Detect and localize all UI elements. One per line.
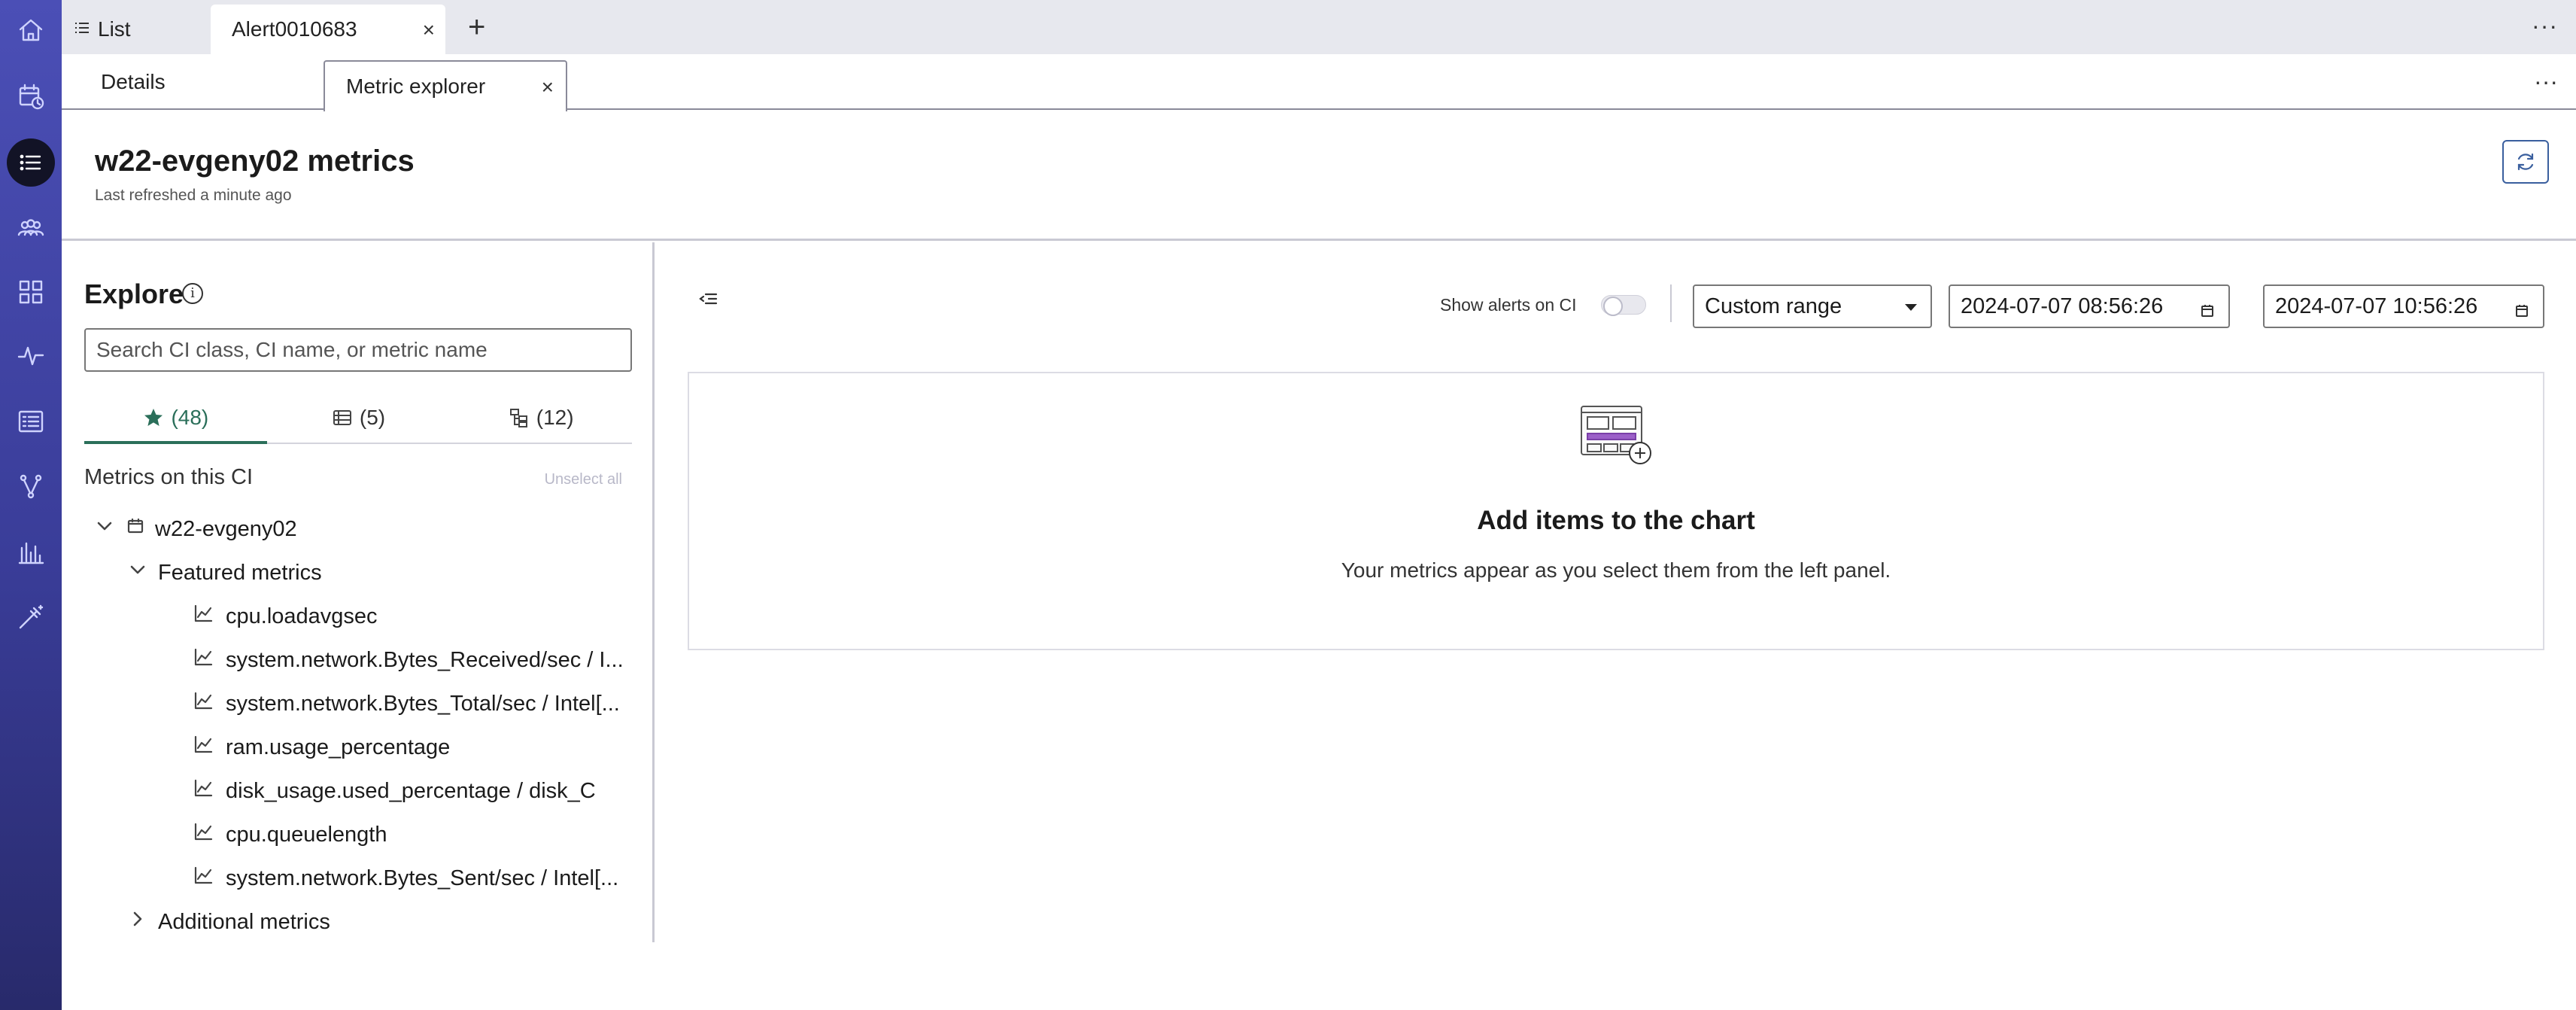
calendar-icon[interactable] [2514,300,2529,324]
metric-item[interactable]: system.network.Bytes_Received/sec / I... [193,641,624,679]
search-input[interactable] [84,328,632,372]
page-header: w22-evgeny02 metrics Last refreshed a mi… [62,111,2576,241]
metric-label: system.network.Bytes_Total/sec / Intel[.… [226,691,620,716]
show-alerts-label: Show alerts on CI [1440,295,1577,315]
app-rail [0,0,62,1010]
line-chart-icon [193,777,214,805]
last-refreshed-text: Last refreshed a minute ago [95,187,292,204]
branch-icon[interactable] [7,462,55,510]
list-small-icon [74,17,90,41]
explore-panel: Explore i (48) (5) (12) Metrics on this … [62,242,655,942]
form-list-icon[interactable] [7,397,55,446]
line-chart-icon [193,646,214,674]
bar-chart-icon[interactable] [7,528,55,576]
chevron-down-icon[interactable] [95,516,114,542]
server-icon [125,516,146,543]
start-date-value: 2024-07-07 08:56:26 [1961,294,2164,318]
chevron-down-icon[interactable] [128,560,147,586]
tab-favorites-count: (48) [171,406,209,429]
metric-item[interactable]: system.network.Bytes_Sent/sec / Intel[..… [193,859,618,897]
magic-wand-icon[interactable] [7,593,55,641]
page-title: w22-evgeny02 metrics [95,145,415,178]
top-tab-bar: List Alert0010683 × + ··· [62,0,2576,54]
database-icon [333,410,351,425]
tab-details[interactable]: Details [101,54,166,110]
empty-state-title: Add items to the chart [1477,506,1755,535]
metric-item[interactable]: cpu.queuelength [193,816,387,853]
tab-list-label: List [98,17,131,41]
line-chart-icon [193,821,214,848]
empty-chart-card: Add items to the chart Your metrics appe… [688,372,2544,650]
end-date-field[interactable]: 2024-07-07 10:56:26 [2263,284,2544,328]
end-date-value: 2024-07-07 10:56:26 [2275,294,2478,318]
time-range-select[interactable]: Custom range [1693,284,1932,328]
close-icon[interactable]: × [542,75,554,99]
tab-hierarchy[interactable]: (12) [449,393,632,443]
star-icon [144,409,163,426]
metric-item[interactable]: disk_usage.used_percentage / disk_C [193,772,596,810]
start-date-field[interactable]: 2024-07-07 08:56:26 [1949,284,2230,328]
tab-details-label: Details [101,70,166,93]
chevron-right-icon[interactable] [128,909,147,935]
calendar-clock-icon[interactable] [7,72,55,120]
add-tab-button[interactable]: + [468,11,485,44]
metric-item[interactable]: ram.usage_percentage [193,729,450,766]
tab-list[interactable]: List [74,5,131,54]
tree-ci-node[interactable]: w22-evgeny02 [95,510,297,548]
empty-state-subtitle: Your metrics appear as you select them f… [1341,558,1891,582]
metric-label: system.network.Bytes_Received/sec / I... [226,647,624,672]
ci-name-label: w22-evgeny02 [155,516,297,541]
featured-metrics-label: Featured metrics [158,560,322,585]
tree-additional-node[interactable]: Additional metrics [128,903,330,941]
show-alerts-toggle[interactable] [1601,295,1646,316]
tab-alert[interactable]: Alert0010683 × [211,5,445,54]
metric-label: ram.usage_percentage [226,735,451,759]
metric-label: system.network.Bytes_Sent/sec / Intel[..… [226,865,619,890]
pulse-icon[interactable] [7,331,55,379]
unselect-all-link[interactable]: Unselect all [545,471,622,488]
tab-metric-explorer-label: Metric explorer [346,75,486,98]
tab-ci-classes-count: (5) [359,406,386,429]
refresh-icon [2517,153,2534,171]
caret-down-icon [1905,304,1917,311]
tab-metric-explorer[interactable]: Metric explorer × [324,60,567,111]
tree-featured-node[interactable]: Featured metrics [128,554,322,592]
dashboard-icon[interactable] [7,268,55,316]
collapse-panel-icon[interactable] [697,287,719,314]
explore-tabs: (48) (5) (12) [84,393,632,444]
add-chart-illustration-icon [1578,405,1654,472]
metric-item[interactable]: system.network.Bytes_Total/sec / Intel[.… [193,685,620,723]
calendar-icon[interactable] [2200,300,2215,324]
line-chart-icon [193,603,214,630]
hierarchy-icon [509,409,527,427]
chart-area: Show alerts on CI Custom range 2024-07-0… [656,242,2576,942]
tab-alert-label: Alert0010683 [232,17,357,41]
metric-label: cpu.queuelength [226,822,387,847]
line-chart-icon [193,690,214,717]
group-icon[interactable] [7,205,55,253]
info-icon[interactable]: i [182,283,203,304]
home-icon[interactable] [7,6,55,54]
tab-favorites[interactable]: (48) [84,393,267,444]
additional-metrics-label: Additional metrics [158,909,330,934]
tab-hierarchy-count: (12) [536,406,574,429]
more-options-icon[interactable]: ··· [2532,11,2558,41]
time-range-value: Custom range [1705,294,1842,318]
divider [1670,284,1672,322]
metric-item[interactable]: cpu.loadavgsec [193,598,378,635]
refresh-button[interactable] [2502,140,2549,184]
line-chart-icon [193,865,214,892]
list-icon[interactable] [7,138,55,187]
sub-tab-bar: Details Metric explorer × ··· [62,54,2576,111]
close-icon[interactable]: × [423,18,435,42]
more-options-icon[interactable]: ··· [2534,66,2558,96]
metrics-heading: Metrics on this CI [84,465,253,489]
metric-label: cpu.loadavgsec [226,604,378,628]
explore-title: Explore [84,278,184,309]
line-chart-icon [193,734,214,761]
metric-label: disk_usage.used_percentage / disk_C [226,778,596,803]
tab-ci-classes[interactable]: (5) [267,393,450,443]
